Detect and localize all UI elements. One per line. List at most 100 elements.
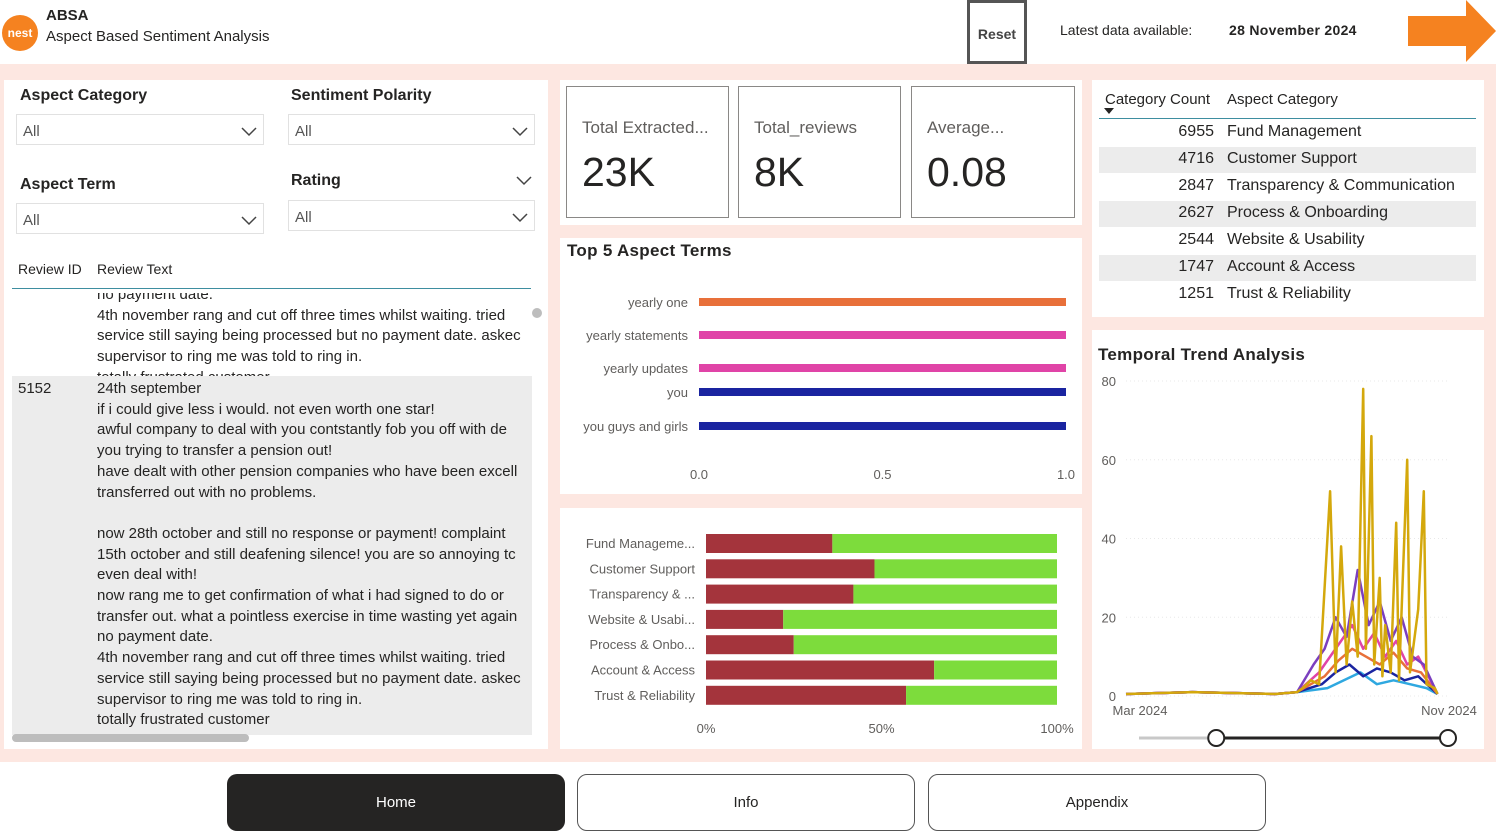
x-tick-label: 100% (1040, 721, 1074, 736)
rating-dropdown[interactable]: All (288, 200, 535, 231)
bar-segment[interactable] (934, 660, 1057, 680)
rating-value: All (295, 209, 312, 226)
category-label: Website & Usabi... (588, 612, 695, 627)
y-tick-label: 0 (1109, 689, 1116, 704)
bar-segment[interactable] (874, 559, 1057, 579)
top-aspect-terms-title: Top 5 Aspect Terms (567, 241, 732, 260)
temporal-trend-chart[interactable]: 0 20 40 60 80 Mar 2024 Nov 2024 (1092, 368, 1484, 720)
sentiment-polarity-value: All (295, 123, 312, 140)
bar[interactable] (699, 331, 1066, 339)
reset-button[interactable]: Reset (967, 0, 1027, 64)
aspect-category-cell: Fund Management (1227, 123, 1362, 140)
appendix-nav-button[interactable]: Appendix (928, 774, 1266, 831)
chevron-down-icon (241, 127, 257, 137)
table-row[interactable]: 2847 Transparency & Communication (1099, 174, 1476, 200)
temporal-trend-title: Temporal Trend Analysis (1098, 345, 1306, 364)
rating-slicer-title: Rating (291, 172, 341, 189)
aspect-category-slicer-title: Aspect Category (20, 87, 148, 104)
category-label: Customer Support (590, 561, 696, 576)
bar-segment[interactable] (706, 584, 854, 604)
bar[interactable] (699, 364, 1066, 372)
aspect-category-dropdown[interactable]: All (16, 114, 264, 145)
date-range-slider[interactable] (1136, 726, 1461, 750)
table-row[interactable]: 2627 Process & Onboarding (1099, 201, 1476, 227)
bar-segment[interactable] (706, 685, 907, 705)
latest-data-value: 28 November 2024 (1229, 22, 1357, 38)
latest-data-label: Latest data available: (1060, 22, 1193, 38)
bar-segment[interactable] (706, 534, 833, 553)
review-text-header[interactable]: Review Text (97, 261, 172, 277)
aspect-category-header[interactable]: Aspect Category (1227, 91, 1338, 108)
x-tick-label: 50% (868, 721, 894, 736)
horizontal-scrollbar-thumb[interactable] (12, 734, 249, 742)
bar-segment[interactable] (853, 584, 1057, 604)
aspect-category-cell: Transparency & Communication (1227, 177, 1455, 194)
review-table-header-divider (12, 288, 531, 289)
aspect-category-value: All (23, 123, 40, 140)
y-tick-label: 40 (1102, 532, 1116, 547)
kpi-card-total-extracted[interactable]: Total Extracted... 23K (566, 86, 729, 218)
review-table-body[interactable]: no payment date. 4th november rang and c… (12, 293, 532, 735)
sentiment-by-category-chart[interactable]: Fund Manageme... Customer Support Transpar… (560, 520, 1082, 745)
trend-line[interactable] (1125, 568, 1439, 696)
trend-line[interactable] (1125, 387, 1439, 696)
category-label: yearly updates (603, 361, 688, 376)
category-count-cell: 2627 (1178, 204, 1214, 221)
aspect-category-cell: Trust & Reliability (1227, 285, 1351, 302)
table-row[interactable]: 1747 Account & Access (1099, 255, 1476, 281)
bar[interactable] (699, 388, 1066, 396)
table-row[interactable]: 6955 Fund Management (1099, 120, 1476, 146)
home-nav-button[interactable]: Home (227, 774, 565, 831)
top-aspect-terms-chart[interactable]: yearly one yearly statements yearly update… (560, 270, 1082, 490)
review-text-cell: no payment date. 4th november rang and c… (97, 293, 521, 386)
sentiment-polarity-dropdown[interactable]: All (288, 114, 535, 145)
report-subtitle: Aspect Based Sentiment Analysis (46, 28, 270, 45)
category-label: Transparency & ... (589, 587, 695, 602)
table-row[interactable]: 2544 Website & Usability (1099, 228, 1476, 254)
kpi-value: 8K (754, 149, 805, 195)
category-label: you (667, 385, 688, 400)
bar-segment[interactable] (706, 559, 875, 579)
x-tick-label: 0.5 (873, 467, 891, 482)
x-tick-label: 1.0 (1057, 467, 1075, 482)
chevron-down-icon[interactable] (516, 174, 532, 186)
category-label: Account & Access (591, 663, 696, 678)
bar-segment[interactable] (906, 685, 1057, 705)
category-label: Trust & Reliability (594, 688, 695, 703)
bar-segment[interactable] (706, 660, 935, 680)
review-id-header[interactable]: Review ID (18, 261, 82, 277)
kpi-card-total-reviews[interactable]: Total_reviews 8K (738, 86, 901, 218)
slider-handle-end[interactable] (1439, 729, 1457, 747)
y-tick-label: 80 (1102, 374, 1116, 389)
x-tick-label: Nov 2024 (1421, 703, 1477, 718)
slider-handle-start[interactable] (1207, 729, 1226, 747)
category-count-header[interactable]: Category Count (1105, 91, 1210, 108)
kpi-card-average[interactable]: Average... 0.08 (911, 86, 1075, 218)
chevron-down-icon (241, 216, 257, 226)
table-row[interactable]: 4716 Customer Support (1099, 147, 1476, 173)
aspect-term-value: All (23, 212, 40, 229)
info-nav-button[interactable]: Info (577, 774, 915, 831)
aspect-term-slicer-title: Aspect Term (20, 176, 116, 193)
trend-line[interactable] (1125, 671, 1439, 696)
brand-title: ABSA (46, 7, 89, 24)
y-tick-label: 60 (1102, 453, 1116, 468)
bar-segment[interactable] (706, 635, 794, 655)
vertical-scrollbar-thumb[interactable] (532, 308, 542, 318)
category-label: yearly statements (586, 328, 688, 343)
table-row[interactable]: 1251 Trust & Reliability (1099, 282, 1476, 308)
bar[interactable] (699, 298, 1066, 306)
arrow-right-icon[interactable] (1408, 0, 1496, 62)
kpi-label: Total Extracted... (582, 118, 709, 137)
table-row[interactable]: 5152 24th september if i could give less… (12, 376, 532, 735)
bar[interactable] (699, 422, 1066, 430)
bar-segment[interactable] (706, 609, 784, 629)
bar-segment[interactable] (783, 609, 1057, 629)
bar-segment[interactable] (793, 635, 1057, 655)
bar-segment[interactable] (832, 534, 1057, 553)
table-row[interactable]: no payment date. 4th november rang and c… (12, 293, 532, 386)
category-label: you guys and girls (583, 419, 688, 434)
category-count-cell: 1747 (1178, 258, 1214, 275)
aspect-term-dropdown[interactable]: All (16, 203, 264, 234)
x-tick-label: 0% (697, 721, 716, 736)
